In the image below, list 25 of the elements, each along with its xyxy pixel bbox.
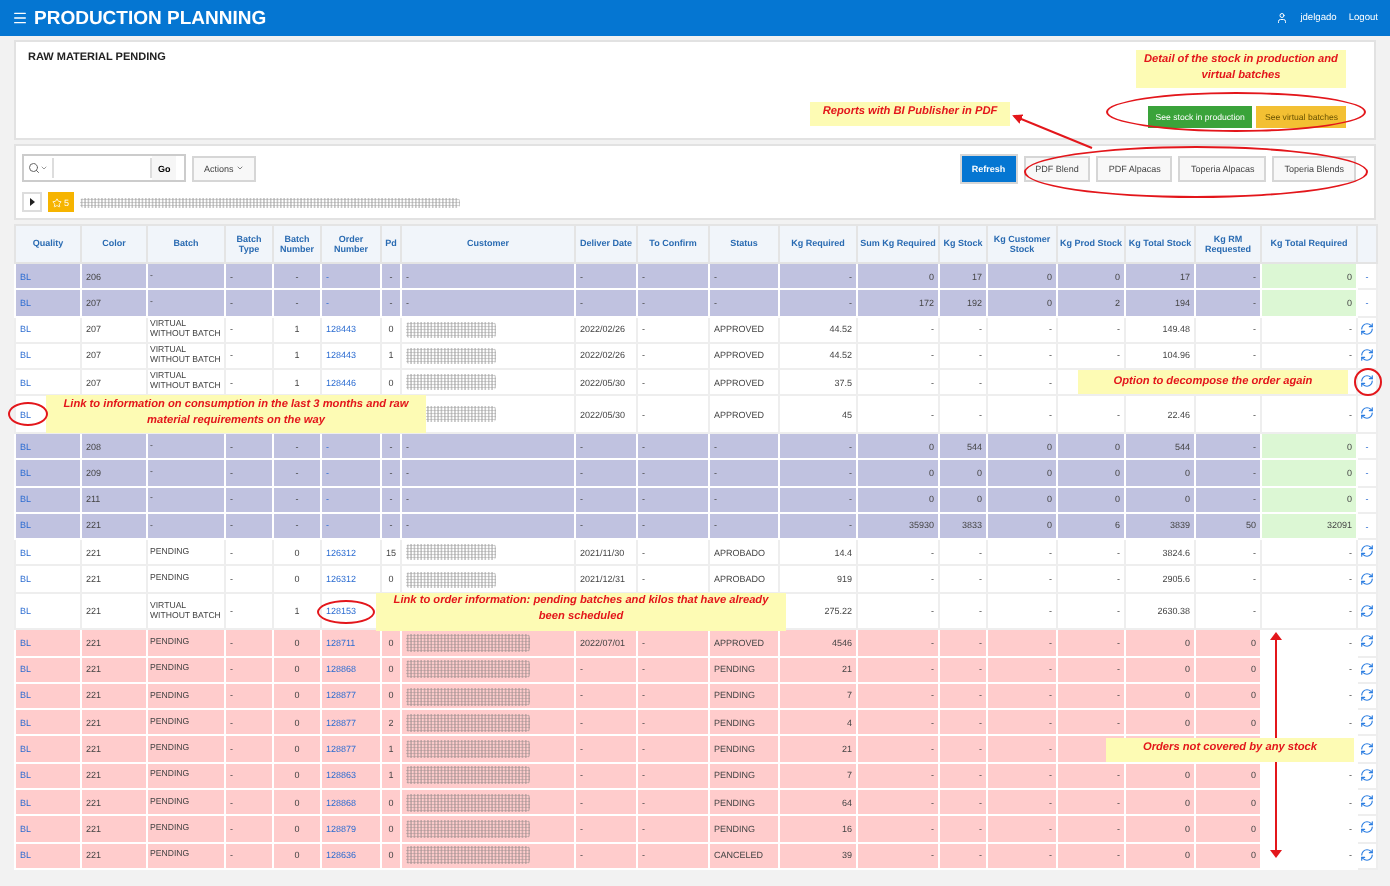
refresh-icon[interactable] — [1360, 348, 1374, 363]
pointer-arrow — [1010, 114, 1094, 150]
refresh-icon[interactable] — [1360, 603, 1374, 618]
refresh-icon[interactable] — [1360, 321, 1374, 336]
user-icon — [1276, 12, 1289, 24]
search-icon[interactable] — [28, 162, 40, 174]
refresh-icon[interactable] — [1360, 571, 1374, 586]
menu-icon[interactable] — [12, 10, 28, 26]
highlight-circle — [317, 599, 375, 624]
refresh-icon[interactable] — [1360, 714, 1374, 729]
app-title: PRODUCTION PLANNING — [34, 7, 267, 29]
refresh-icon[interactable] — [1360, 544, 1374, 559]
refresh-icon[interactable] — [1360, 374, 1374, 389]
expand-button[interactable] — [22, 192, 42, 212]
caret-icon — [28, 198, 36, 206]
refresh-icon[interactable] — [1360, 794, 1374, 809]
refresh-icon[interactable] — [1360, 406, 1374, 421]
refresh-icon[interactable] — [1360, 820, 1374, 835]
refresh-icon[interactable] — [1360, 688, 1374, 702]
refresh-icon[interactable] — [1360, 847, 1374, 862]
highlight-circle — [8, 402, 48, 427]
refresh-icon[interactable] — [1360, 767, 1374, 782]
refresh-icon[interactable] — [1360, 741, 1374, 756]
refresh-icon[interactable] — [1360, 634, 1374, 649]
refresh-icon[interactable] — [1360, 661, 1374, 676]
